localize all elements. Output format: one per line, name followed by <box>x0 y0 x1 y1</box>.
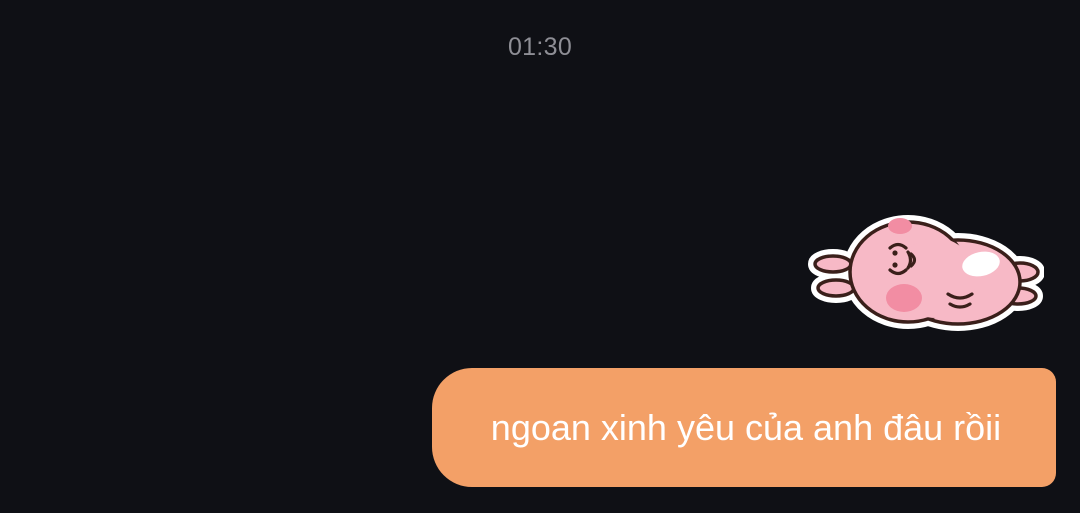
outgoing-message-bubble[interactable]: ngoan xinh yêu của anh đâu rồii <box>432 368 1056 487</box>
message-timestamp: 01:30 <box>507 33 573 61</box>
sticker-message[interactable] <box>808 200 1045 340</box>
message-text: ngoan xinh yêu của anh đâu rồii <box>490 406 1002 448</box>
chat-area[interactable]: 01:30 ngoan xinh yêu của anh đâu rồii <box>0 0 1080 513</box>
pink-bunny-sticker-icon <box>808 215 1045 331</box>
